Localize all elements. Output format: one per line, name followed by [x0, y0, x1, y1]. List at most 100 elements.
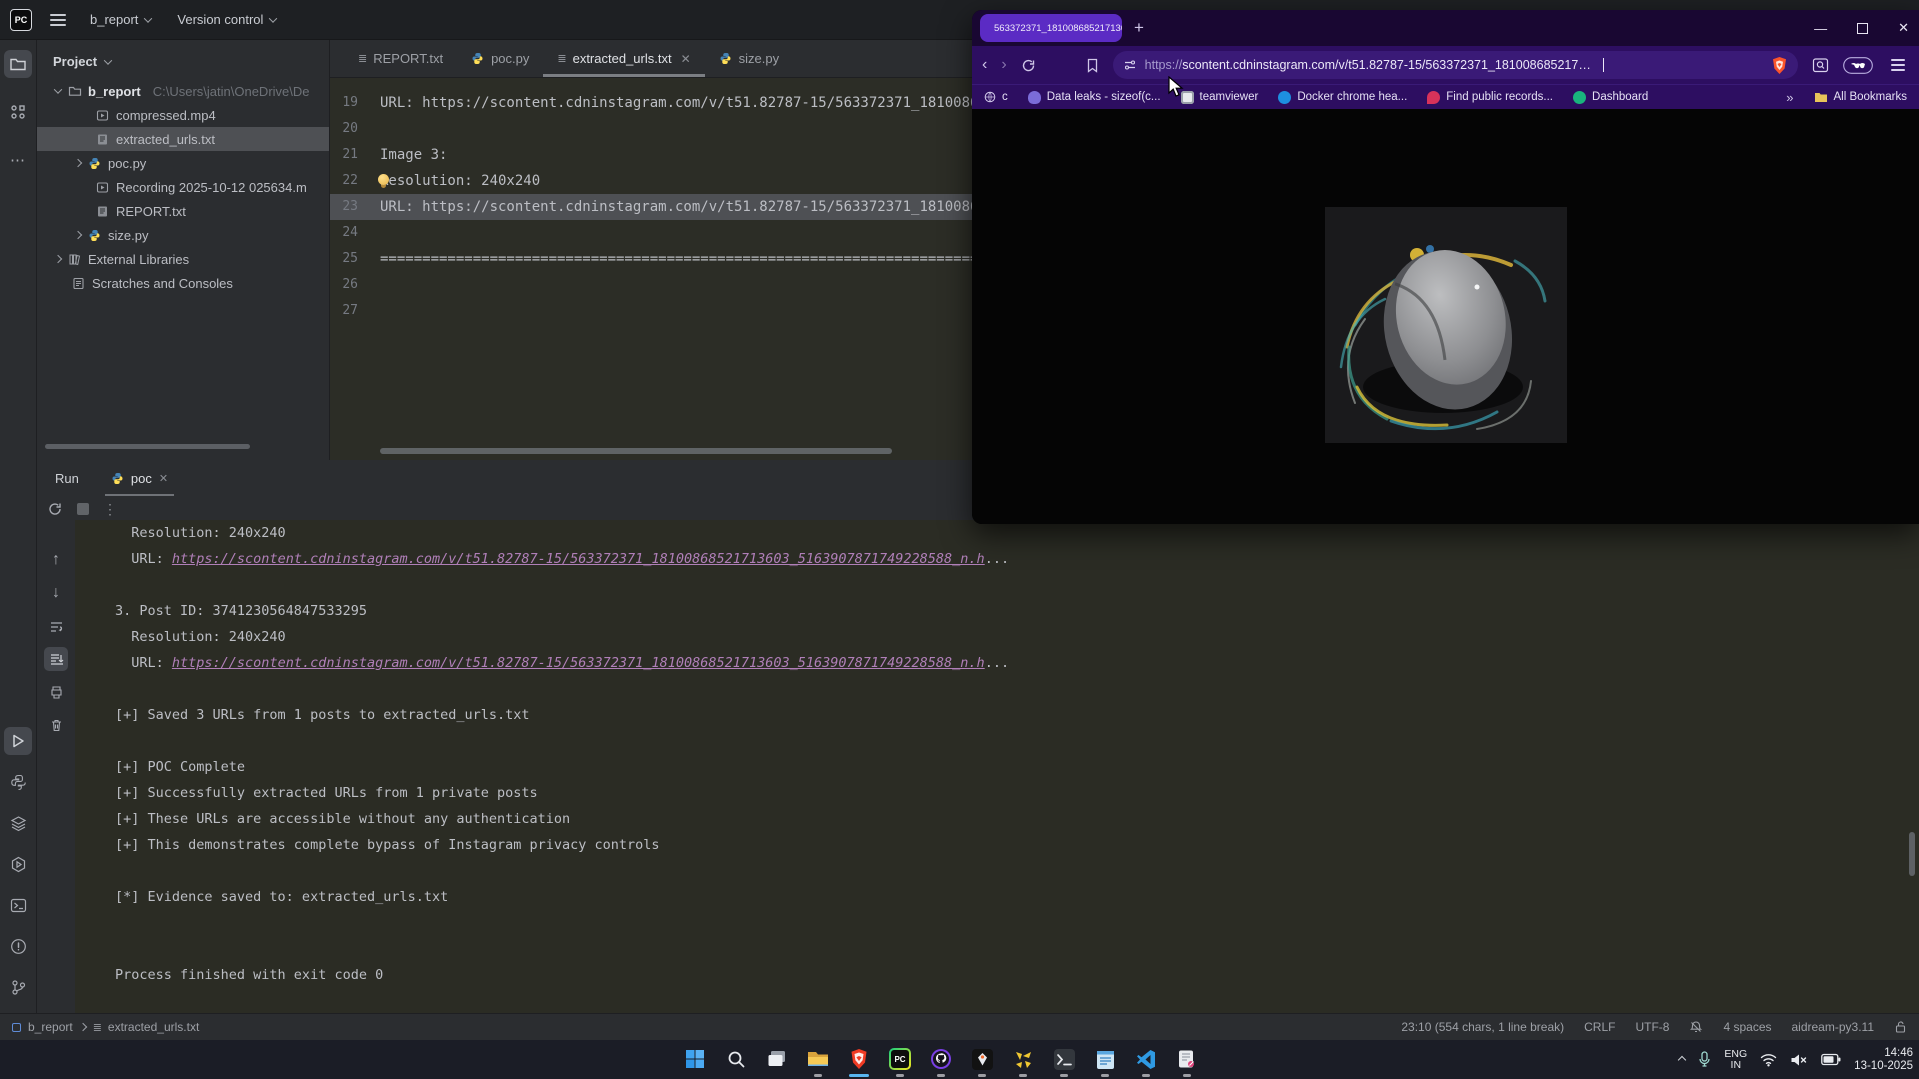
version-control-tool-button[interactable] [4, 973, 32, 1001]
taskbar-search-icon[interactable] [723, 1047, 749, 1077]
python-console-tool-button[interactable] [4, 768, 32, 796]
console-url-link[interactable]: https://scontent.cdninstagram.com/v/t51.… [172, 551, 985, 567]
project-panel-header[interactable]: Project [37, 40, 329, 79]
run-console-output[interactable]: Resolution: 240x240 URL: https://sconten… [75, 520, 1919, 1013]
intention-bulb-icon[interactable] [378, 174, 389, 185]
taskbar-burp-suite-icon[interactable] [969, 1047, 995, 1077]
bookmarks-overflow-chevron[interactable]: » [1786, 90, 1793, 105]
bookmark-item[interactable]: Data leaks - sizeof(c... [1028, 91, 1161, 104]
taskbar-metasploit-icon[interactable] [1010, 1047, 1036, 1077]
caret-position-widget[interactable]: 23:10 (554 chars, 1 line break) [1401, 1020, 1564, 1034]
microphone-icon[interactable] [1698, 1051, 1711, 1068]
soft-wrap-icon[interactable] [44, 614, 68, 638]
clear-console-icon[interactable] [44, 713, 68, 737]
notifications-off-icon[interactable] [1689, 1020, 1703, 1034]
browser-menu-icon[interactable] [1887, 55, 1909, 75]
minimize-button[interactable]: — [1814, 21, 1827, 36]
rerun-icon[interactable] [47, 501, 63, 517]
taskbar-github-icon[interactable] [928, 1047, 954, 1077]
maximize-button[interactable] [1857, 23, 1868, 34]
tray-expand-chevron-icon[interactable] [1678, 1055, 1686, 1063]
line-separator-widget[interactable]: CRLF [1584, 1020, 1615, 1034]
tree-row-external-libraries[interactable]: External Libraries [37, 247, 329, 271]
terminal-tool-button[interactable] [4, 891, 32, 919]
indent-widget[interactable]: 4 spaces [1723, 1020, 1771, 1034]
console-vertical-scrollbar[interactable] [1909, 832, 1915, 876]
clock-widget[interactable]: 14:46 13-10-2025 [1854, 1047, 1913, 1073]
sidebar-search-icon[interactable] [1812, 57, 1829, 74]
reload-icon[interactable] [1021, 58, 1036, 73]
taskbar-windows-start-icon[interactable] [682, 1047, 708, 1077]
back-icon[interactable]: ‹ [982, 56, 987, 74]
wifi-icon[interactable] [1760, 1053, 1777, 1067]
bookmark-item[interactable]: Docker chrome hea... [1278, 91, 1407, 104]
tree-row-scratches[interactable]: Scratches and Consoles [37, 271, 329, 295]
project-tool-button[interactable] [4, 50, 32, 78]
unlock-icon[interactable] [1894, 1020, 1907, 1034]
tab-size-py[interactable]: size.py [705, 40, 793, 77]
vpn-glasses-icon[interactable] [1843, 57, 1873, 74]
taskbar-snipping-tool-icon[interactable] [1174, 1047, 1200, 1077]
site-settings-icon[interactable] [1123, 58, 1137, 72]
editor-horizontal-scrollbar[interactable] [380, 448, 892, 454]
problems-tool-button[interactable] [4, 932, 32, 960]
stop-icon[interactable] [77, 503, 89, 515]
structure-tool-button[interactable] [4, 98, 32, 126]
vcs-menu[interactable]: Version control [171, 8, 282, 31]
battery-icon[interactable] [1821, 1053, 1841, 1066]
address-bar[interactable]: https://scontent.cdninstagram.com/v/t51.… [1113, 51, 1798, 79]
close-window-button[interactable]: ✕ [1898, 20, 1909, 36]
encoding-widget[interactable]: UTF-8 [1635, 1020, 1669, 1034]
more-options-icon[interactable]: ⋮ [103, 501, 117, 518]
tab-extracted-urls-txt[interactable]: ≣ extracted_urls.txt ✕ [543, 40, 704, 77]
scroll-up-icon[interactable]: ↑ [44, 548, 68, 572]
tree-row-file[interactable]: poc.py [37, 151, 329, 175]
scroll-down-icon[interactable]: ↓ [44, 581, 68, 605]
tree-row-file[interactable]: compressed.mp4 [37, 103, 329, 127]
taskbar-terminal-icon[interactable] [1051, 1047, 1077, 1077]
volume-muted-icon[interactable] [1790, 1053, 1808, 1067]
more-tools-button[interactable]: ⋯ [4, 146, 32, 174]
taskbar-vscode-icon[interactable] [1133, 1047, 1159, 1077]
language-indicator[interactable]: ENG IN [1724, 1049, 1747, 1071]
close-icon[interactable]: ✕ [159, 472, 168, 485]
sizeof-cat-icon [1028, 91, 1041, 104]
print-icon[interactable] [44, 680, 68, 704]
python-packages-tool-button[interactable] [4, 850, 32, 878]
project-horizontal-scrollbar[interactable] [45, 444, 250, 449]
tree-row-root[interactable]: b_report C:\Users\jatin\OneDrive\De [37, 79, 329, 103]
bookmark-item[interactable]: teamviewer [1181, 91, 1259, 104]
python-interpreter-widget[interactable]: aidream-py3.11 [1792, 1020, 1875, 1034]
taskbar-pycharm-icon[interactable]: PC [887, 1047, 913, 1077]
breadcrumb-root[interactable]: b_report [28, 1020, 73, 1034]
taskbar-task-view-icon[interactable] [764, 1047, 790, 1077]
services-tool-button[interactable] [4, 809, 32, 837]
new-tab-button[interactable]: + [1134, 18, 1144, 38]
main-menu-icon[interactable] [46, 10, 70, 30]
tab-report-txt[interactable]: ≣ REPORT.txt [344, 40, 457, 77]
tree-row-file[interactable]: Recording 2025-10-12 025634.m [37, 175, 329, 199]
taskbar-notepad-icon[interactable] [1092, 1047, 1118, 1077]
taskbar-file-explorer-icon[interactable] [805, 1047, 831, 1077]
tree-row-file-selected[interactable]: extracted_urls.txt [37, 127, 329, 151]
bookmark-item[interactable]: c [984, 91, 1008, 103]
console-url-link[interactable]: https://scontent.cdninstagram.com/v/t51.… [172, 655, 985, 671]
tab-poc-py[interactable]: poc.py [457, 40, 543, 77]
run-tab-poc[interactable]: poc ✕ [105, 460, 174, 496]
project-selector[interactable]: b_report [84, 8, 157, 31]
tree-row-file[interactable]: REPORT.txt [37, 199, 329, 223]
taskbar-brave-icon[interactable] [846, 1047, 872, 1077]
forward-icon[interactable]: › [1001, 56, 1006, 74]
console-line [115, 676, 1919, 702]
bookmark-icon[interactable] [1086, 58, 1099, 73]
breadcrumb-file[interactable]: extracted_urls.txt [108, 1020, 199, 1034]
tree-row-file[interactable]: size.py [37, 223, 329, 247]
bookmark-item[interactable]: Dashboard [1573, 91, 1648, 104]
browser-tab[interactable]: 563372371_18100868521713603_5 ✕ [980, 14, 1122, 42]
scroll-to-end-icon[interactable] [44, 647, 68, 671]
brave-shield-icon[interactable] [1771, 56, 1788, 75]
run-tool-button[interactable] [4, 727, 32, 755]
bookmark-item[interactable]: Find public records... [1427, 91, 1553, 104]
all-bookmarks[interactable]: All Bookmarks [1814, 91, 1908, 103]
close-icon[interactable]: ✕ [681, 52, 691, 66]
